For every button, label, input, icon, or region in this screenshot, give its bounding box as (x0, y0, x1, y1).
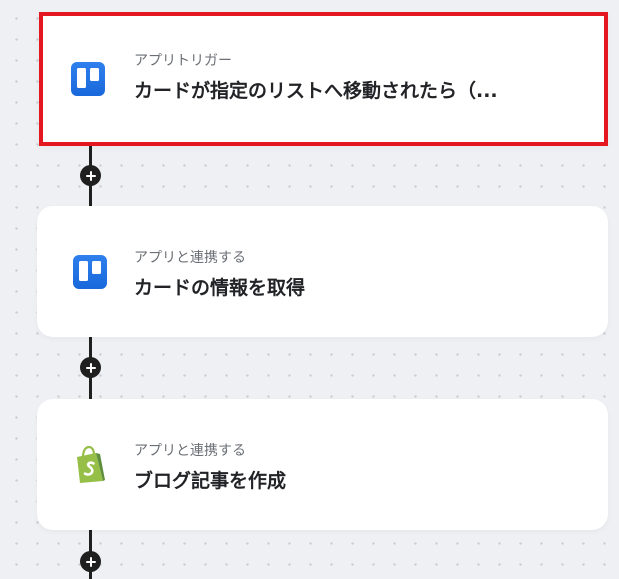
step-title: カードの情報を取得 (134, 277, 306, 299)
trello-icon (71, 62, 105, 96)
add-step-button[interactable] (80, 165, 101, 186)
shopify-icon (73, 445, 107, 483)
step-type-label: アプリと連携する (134, 443, 246, 459)
action-step-card[interactable]: アプリと連携する カードの情報を取得 (37, 206, 608, 337)
action-step-card[interactable]: アプリと連携する ブログ記事を作成 (37, 399, 608, 530)
add-step-button[interactable] (80, 357, 101, 378)
workflow-canvas: アプリトリガー カードが指定のリストへ移動されたら（... アプリと連携する カ… (0, 0, 619, 579)
step-title: ブログ記事を作成 (134, 470, 287, 492)
plus-icon (85, 170, 96, 181)
trigger-step-card[interactable]: アプリトリガー カードが指定のリストへ移動されたら（... (39, 12, 608, 146)
step-type-label: アプリと連携する (134, 250, 246, 266)
step-title: カードが指定のリストへ移動されたら（... (134, 80, 498, 102)
trello-icon (73, 254, 107, 289)
add-step-button[interactable] (80, 551, 101, 572)
step-type-label: アプリトリガー (134, 53, 232, 69)
plus-icon (85, 362, 96, 373)
plus-icon (85, 556, 96, 567)
